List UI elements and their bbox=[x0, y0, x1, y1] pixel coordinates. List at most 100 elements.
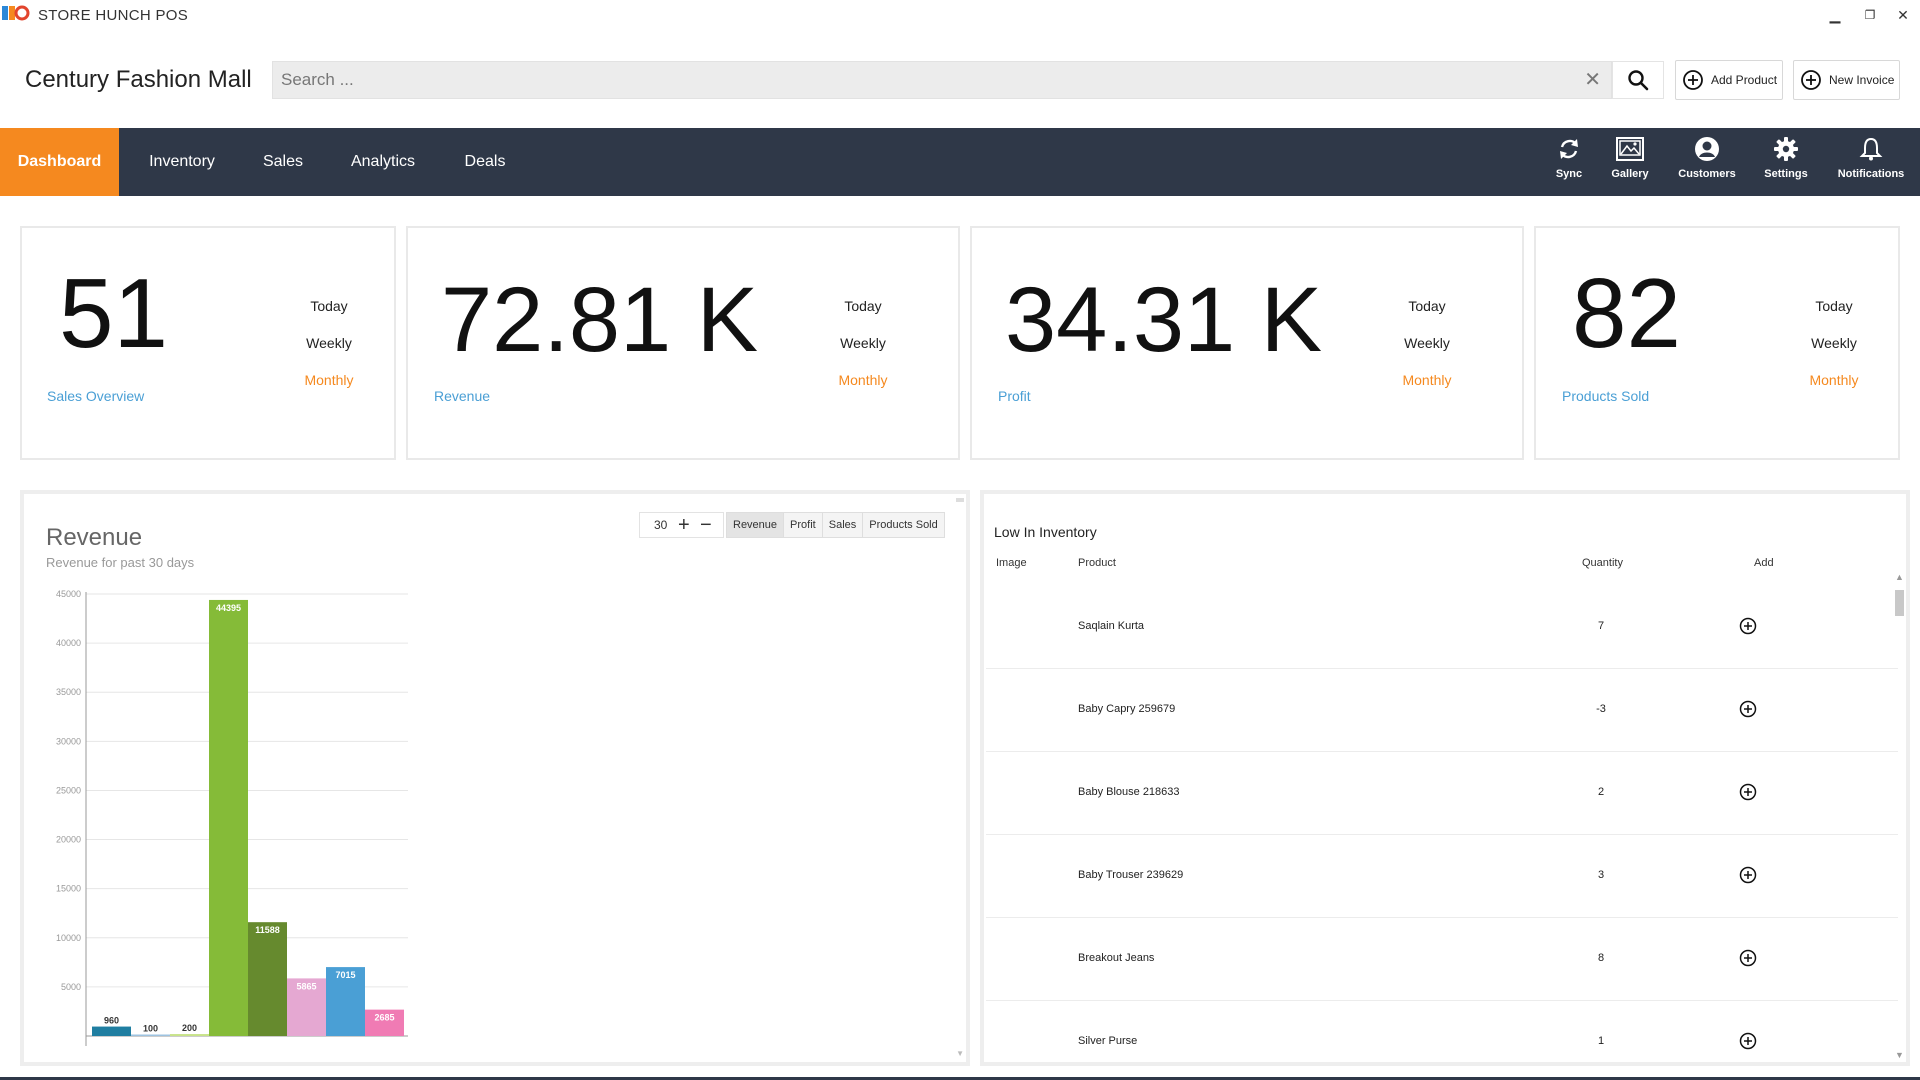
data-label: 7015 bbox=[335, 970, 355, 980]
y-tick-label: 20000 bbox=[56, 835, 81, 845]
metric-profit-button[interactable]: Profit bbox=[783, 513, 822, 537]
chart-scroll-down[interactable]: ▼ bbox=[956, 1049, 964, 1058]
add-product-label: Add Product bbox=[1711, 73, 1778, 87]
notifications-button[interactable]: Notifications bbox=[1831, 136, 1911, 180]
add-stock-icon[interactable] bbox=[1739, 783, 1757, 801]
y-tick-label: 15000 bbox=[56, 884, 81, 894]
chart-title: Revenue bbox=[46, 524, 143, 551]
y-tick-label: 35000 bbox=[56, 687, 81, 697]
data-label: 44395 bbox=[216, 603, 241, 613]
inventory-scroll-up[interactable]: ▲ bbox=[1895, 572, 1904, 582]
product-quantity: 8 bbox=[1597, 952, 1605, 964]
minimize-button[interactable]: ▁ bbox=[1820, 5, 1850, 25]
metric-sales-button[interactable]: Sales bbox=[821, 513, 863, 537]
increase-days-button[interactable]: + bbox=[678, 513, 690, 537]
title-bar: STORE HUNCH POS ▁ ❐ ✕ bbox=[0, 0, 1920, 30]
add-stock-icon[interactable] bbox=[1739, 1032, 1757, 1050]
inventory-scroll-down[interactable]: ▼ bbox=[1895, 1050, 1904, 1060]
period-monthly[interactable]: Monthly bbox=[1387, 372, 1467, 388]
stat-label[interactable]: Sales Overview bbox=[47, 388, 144, 404]
stat-card-sales: 51 Sales Overview Today Weekly Monthly bbox=[20, 226, 396, 460]
app-logo-icon bbox=[2, 5, 30, 21]
tab-sales[interactable]: Sales bbox=[248, 128, 318, 196]
table-row: Baby Trouser 239629 3 bbox=[986, 835, 1898, 918]
bar bbox=[131, 1034, 170, 1036]
data-label: 11588 bbox=[255, 925, 280, 935]
data-label: 960 bbox=[104, 1016, 119, 1026]
col-image: Image bbox=[996, 557, 1027, 569]
product-name: Breakout Jeans bbox=[1078, 952, 1155, 964]
product-quantity: 7 bbox=[1597, 620, 1605, 632]
product-quantity: 2 bbox=[1597, 786, 1605, 798]
data-label: 200 bbox=[182, 1023, 197, 1033]
clear-search-icon[interactable]: ✕ bbox=[1584, 68, 1601, 92]
period-weekly[interactable]: Weekly bbox=[1794, 335, 1874, 351]
add-stock-icon[interactable] bbox=[1739, 949, 1757, 967]
bar bbox=[209, 599, 248, 1036]
product-name: Baby Capry 259679 bbox=[1078, 703, 1176, 715]
days-stepper[interactable]: 30 + − bbox=[639, 512, 724, 538]
period-monthly[interactable]: Monthly bbox=[289, 372, 369, 388]
y-tick-label: 45000 bbox=[56, 590, 81, 599]
period-today[interactable]: Today bbox=[823, 298, 903, 314]
stat-label[interactable]: Products Sold bbox=[1562, 388, 1649, 404]
gallery-button[interactable]: Gallery bbox=[1590, 136, 1670, 180]
y-tick-label: 40000 bbox=[56, 638, 81, 648]
search-input[interactable] bbox=[281, 62, 1581, 98]
stat-card-products-sold: 82 Products Sold Today Weekly Monthly bbox=[1534, 226, 1900, 460]
tab-deals[interactable]: Deals bbox=[455, 128, 515, 196]
metric-switcher: Revenue Profit Sales Products Sold bbox=[726, 512, 945, 538]
app-title: STORE HUNCH POS bbox=[38, 7, 189, 24]
period-monthly[interactable]: Monthly bbox=[1794, 372, 1874, 388]
customers-button[interactable]: Customers bbox=[1667, 136, 1747, 180]
period-weekly[interactable]: Weekly bbox=[289, 335, 369, 351]
period-weekly[interactable]: Weekly bbox=[823, 335, 903, 351]
add-stock-icon[interactable] bbox=[1739, 617, 1757, 635]
store-name: Century Fashion Mall bbox=[25, 66, 252, 93]
low-inventory-panel: Low In Inventory Image Product Quantity … bbox=[980, 490, 1910, 1066]
product-name: Baby Blouse 218633 bbox=[1078, 786, 1180, 798]
search-button[interactable] bbox=[1612, 61, 1664, 99]
period-today[interactable]: Today bbox=[1794, 298, 1874, 314]
tab-inventory[interactable]: Inventory bbox=[132, 128, 232, 196]
table-row: Silver Purse 1 bbox=[986, 1001, 1898, 1080]
customers-label: Customers bbox=[1678, 168, 1736, 180]
settings-button[interactable]: Settings bbox=[1746, 136, 1826, 180]
close-button[interactable]: ✕ bbox=[1888, 5, 1918, 25]
main-nav: Dashboard Inventory Sales Analytics Deal… bbox=[0, 128, 1920, 196]
table-row: Baby Blouse 218633 2 bbox=[986, 752, 1898, 835]
y-tick-label: 10000 bbox=[56, 933, 81, 943]
add-product-button[interactable]: Add Product bbox=[1675, 60, 1783, 100]
restore-button[interactable]: ❐ bbox=[1855, 5, 1885, 25]
inventory-scroll-thumb[interactable] bbox=[1895, 590, 1904, 616]
period-today[interactable]: Today bbox=[289, 298, 369, 314]
metric-revenue-button[interactable]: Revenue bbox=[727, 513, 784, 537]
period-weekly[interactable]: Weekly bbox=[1387, 335, 1467, 351]
gallery-label: Gallery bbox=[1611, 168, 1649, 180]
tab-analytics[interactable]: Analytics bbox=[340, 128, 426, 196]
sync-icon bbox=[1560, 139, 1578, 159]
decrease-days-button[interactable]: − bbox=[700, 513, 712, 537]
stat-value: 72.81 K bbox=[441, 269, 759, 371]
col-quantity: Quantity bbox=[1582, 557, 1623, 569]
y-tick-label: 30000 bbox=[56, 736, 81, 746]
add-stock-icon[interactable] bbox=[1739, 866, 1757, 884]
stat-value: 82 bbox=[1572, 258, 1682, 368]
col-product: Product bbox=[1078, 557, 1116, 569]
plus-circle-icon bbox=[1683, 70, 1703, 90]
plus-circle-icon bbox=[1801, 70, 1821, 90]
period-monthly[interactable]: Monthly bbox=[823, 372, 903, 388]
chart-subtitle: Revenue for past 30 days bbox=[46, 555, 195, 570]
chart-scroll-up[interactable] bbox=[956, 498, 964, 502]
new-invoice-button[interactable]: New Invoice bbox=[1793, 60, 1900, 100]
product-name: Baby Trouser 239629 bbox=[1078, 869, 1184, 881]
stat-label[interactable]: Revenue bbox=[434, 388, 490, 404]
add-stock-icon[interactable] bbox=[1739, 700, 1757, 718]
settings-label: Settings bbox=[1764, 168, 1808, 180]
period-today[interactable]: Today bbox=[1387, 298, 1467, 314]
tab-dashboard[interactable]: Dashboard bbox=[0, 128, 119, 196]
metric-products-sold-button[interactable]: Products Sold bbox=[862, 513, 943, 537]
revenue-chart: 5000 10000 15000 20000 25000 30000 35000 40000 4… bbox=[56, 590, 408, 1046]
stat-label[interactable]: Profit bbox=[998, 388, 1031, 404]
col-add: Add bbox=[1754, 557, 1774, 569]
